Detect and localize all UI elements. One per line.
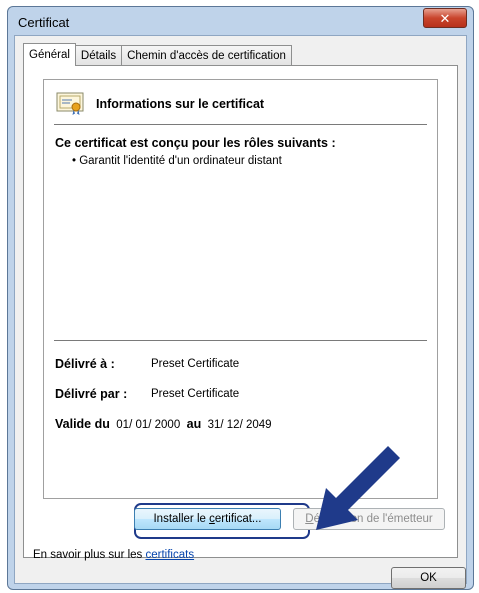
valid-to-label: au — [186, 417, 202, 431]
ok-button[interactable]: OK — [391, 567, 466, 589]
tab-strip: Général Détails Chemin d'accès de certif… — [23, 43, 292, 66]
title-bar[interactable]: Certificat ✕ — [8, 7, 473, 35]
divider-bottom — [54, 340, 427, 342]
general-tab-panel: Informations sur le certificat Ce certif… — [23, 65, 458, 561]
tab-details[interactable]: Détails — [74, 45, 123, 65]
certificate-icon — [56, 92, 84, 116]
learn-more-prefix: En savoir plus sur les — [33, 549, 146, 561]
tab-general[interactable]: Général — [23, 43, 76, 66]
tab-certification-path-label: Chemin d'accès de certification — [127, 49, 286, 62]
issued-by-value: Preset Certificate — [151, 388, 240, 400]
issued-to-value: Preset Certificate — [151, 358, 240, 370]
pointer-arrow-icon — [316, 446, 400, 530]
window-title: Certificat — [18, 15, 70, 30]
issued-by-label: Délivré par : — [55, 387, 128, 401]
dialog-client-area: Général Détails Chemin d'accès de certif… — [14, 35, 467, 589]
certificates-link[interactable]: certificats — [146, 549, 195, 561]
issued-to-label: Délivré à : — [55, 357, 115, 371]
install-button-label: Installer le certificat... — [153, 513, 262, 525]
info-title: Informations sur le certificat — [96, 97, 265, 111]
valid-to-value: 31/ 12/ 2049 — [207, 419, 272, 431]
install-certificate-button[interactable]: Installer le certificat... — [134, 508, 281, 530]
tab-certification-path[interactable]: Chemin d'accès de certification — [121, 45, 292, 65]
certificate-info-frame: Informations sur le certificat Ce certif… — [43, 79, 438, 499]
learn-more-row: En savoir plus sur les certificats — [33, 549, 194, 561]
validity-row: Valide du 01/ 01/ 2000 au 31/ 12/ 2049 — [55, 417, 272, 431]
ok-button-label: OK — [420, 572, 437, 584]
close-button[interactable]: ✕ — [423, 8, 467, 28]
tab-general-label: Général — [29, 49, 70, 61]
tab-details-label: Détails — [80, 49, 117, 62]
roles-title: Ce certificat est conçu pour les rôles s… — [55, 136, 336, 150]
role-item: • Garantit l'identité d'un ordinateur di… — [72, 155, 282, 167]
valid-from-value: 01/ 01/ 2000 — [116, 419, 181, 431]
certificate-dialog: Certificat ✕ Général Détails Chemin d'ac… — [7, 6, 474, 590]
valid-from-label: Valide du — [55, 417, 110, 431]
close-icon: ✕ — [439, 10, 451, 26]
divider-top — [54, 124, 427, 126]
